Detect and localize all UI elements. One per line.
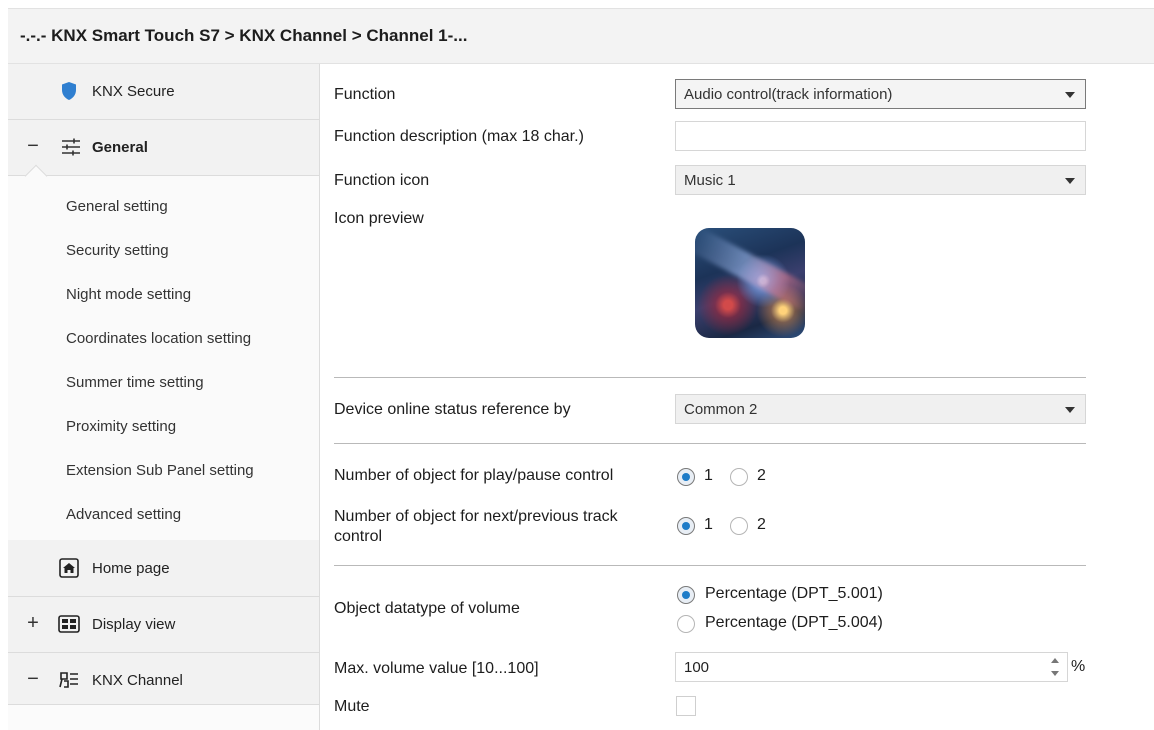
collapse-toggle[interactable]: −	[25, 668, 41, 690]
datatype-radio-5004[interactable]	[677, 615, 695, 633]
online-status-value: Common 2	[684, 401, 758, 418]
channel-icon	[58, 669, 80, 691]
function-icon-dropdown[interactable]: Music 1	[675, 165, 1086, 195]
chevron-down-icon	[1065, 407, 1075, 413]
sidebar-item-general[interactable]: − General	[8, 120, 319, 176]
next-prev-option-1: 1	[704, 516, 713, 533]
sidebar-subitem-extension-sub-panel-setting[interactable]: Extension Sub Panel setting	[66, 462, 254, 479]
sidebar-item-label: KNX Channel	[92, 672, 183, 689]
function-icon-label: Function icon	[334, 172, 430, 189]
sidebar-submenu-edge	[8, 704, 319, 730]
function-label: Function	[334, 86, 396, 103]
mute-label: Mute	[334, 698, 370, 715]
max-volume-value: 100	[684, 659, 710, 676]
datatype-label: Object datatype of volume	[334, 600, 520, 617]
sidebar-item-knx-channel[interactable]: − KNX Channel	[8, 653, 319, 709]
sidebar-subitem-advanced-setting[interactable]: Advanced setting	[66, 506, 181, 523]
sidebar-item-label: Home page	[92, 560, 170, 577]
sidebar-item-label: Display view	[92, 616, 176, 633]
play-pause-option-2: 2	[757, 467, 766, 484]
next-prev-label-line2: control	[334, 528, 383, 545]
icon-preview-label: Icon preview	[334, 210, 424, 227]
datatype-option-5001: Percentage (DPT_5.001)	[705, 585, 883, 602]
shield-icon	[58, 80, 80, 102]
sidebar-item-label: KNX Secure	[92, 83, 175, 100]
function-dropdown[interactable]: Audio control(track information)	[675, 79, 1086, 109]
sidebar: KNX Secure − General General setting Sec…	[8, 64, 320, 730]
sidebar-subitem-summer-time-setting[interactable]: Summer time setting	[66, 374, 204, 391]
play-pause-label: Number of object for play/pause control	[334, 467, 614, 484]
grid-icon	[58, 613, 80, 635]
general-submenu: General setting Security setting Night m…	[8, 164, 319, 540]
online-status-label: Device online status reference by	[334, 401, 571, 418]
sidebar-subitem-coordinates-setting[interactable]: Coordinates location setting	[66, 330, 251, 347]
max-volume-unit: %	[1071, 658, 1086, 675]
play-pause-option-1: 1	[704, 467, 713, 484]
sidebar-subitem-security-setting[interactable]: Security setting	[66, 242, 169, 259]
sidebar-subitem-proximity-setting[interactable]: Proximity setting	[66, 418, 176, 435]
max-volume-label: Max. volume value [10...100]	[334, 660, 539, 677]
preview-streak	[695, 228, 805, 316]
play-pause-radio-2[interactable]	[730, 468, 748, 486]
divider	[334, 443, 1086, 444]
sidebar-subitem-general-setting[interactable]: General setting	[66, 198, 168, 215]
function-icon-value: Music 1	[684, 172, 736, 189]
divider	[334, 565, 1086, 566]
sidebar-item-display-view[interactable]: + Display view	[8, 597, 319, 653]
description-label: Function description (max 18 char.)	[334, 128, 584, 145]
datatype-radio-5001[interactable]	[677, 586, 695, 604]
mute-checkbox[interactable]	[676, 696, 696, 716]
breadcrumb: -.-.- KNX Smart Touch S7 > KNX Channel >…	[20, 26, 468, 45]
next-prev-label-line1: Number of object for next/previous track	[334, 508, 618, 525]
next-prev-radio-2[interactable]	[730, 517, 748, 535]
function-value: Audio control(track information)	[684, 86, 893, 103]
title-bar: -.-.- KNX Smart Touch S7 > KNX Channel >…	[8, 8, 1154, 64]
sidebar-item-label: General	[92, 139, 148, 156]
online-status-dropdown[interactable]: Common 2	[675, 394, 1086, 424]
settings-panel: Function Audio control(track information…	[320, 64, 1154, 730]
next-prev-option-2: 2	[757, 516, 766, 533]
chevron-down-icon	[1065, 178, 1075, 184]
expand-toggle[interactable]: +	[25, 612, 41, 634]
icon-preview-image	[695, 228, 805, 338]
sidebar-subitem-night-mode-setting[interactable]: Night mode setting	[66, 286, 191, 303]
sidebar-item-knx-secure[interactable]: KNX Secure	[8, 64, 319, 120]
sliders-icon	[60, 136, 82, 158]
max-volume-input[interactable]: 100	[675, 652, 1068, 682]
datatype-option-5004: Percentage (DPT_5.004)	[705, 614, 883, 631]
play-pause-radio-1[interactable]	[677, 468, 695, 486]
description-input[interactable]	[675, 121, 1086, 151]
chevron-down-icon	[1065, 92, 1075, 98]
spinner-icon[interactable]	[1051, 656, 1059, 678]
collapse-toggle[interactable]: −	[25, 135, 41, 157]
sidebar-item-home-page[interactable]: Home page	[8, 541, 319, 597]
divider	[334, 377, 1086, 378]
next-prev-radio-1[interactable]	[677, 517, 695, 535]
home-icon	[58, 557, 80, 579]
